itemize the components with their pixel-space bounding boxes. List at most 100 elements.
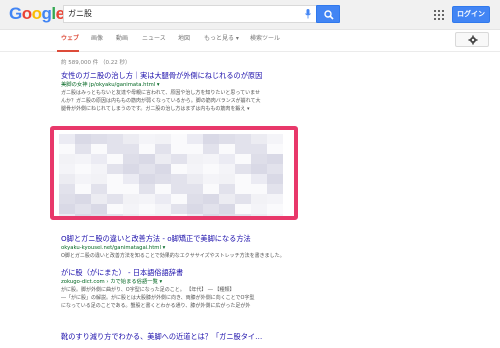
tab-web[interactable]: ウェブ: [61, 34, 79, 44]
pixel-cell: [235, 204, 251, 214]
tab-more[interactable]: もっと見る ▾: [204, 34, 239, 44]
search-button[interactable]: [316, 5, 340, 23]
pixel-cell: [139, 194, 155, 204]
pixel-cell: [91, 144, 107, 154]
pixel-cell: [139, 174, 155, 184]
pixel-cell: [235, 194, 251, 204]
pixel-cell: [59, 144, 75, 154]
pixel-cell: [219, 154, 235, 164]
pixel-cell: [59, 194, 75, 204]
pixel-cell: [187, 144, 203, 154]
result-title[interactable]: がに股（がにまた） - 日本語俗語辞書: [61, 268, 321, 278]
pixel-cell: [75, 194, 91, 204]
result-snippet: O脚とガニ股の違いと改善方法を知ることで効果的なエクササイズやストレッチ方法を書…: [61, 253, 285, 259]
pixel-cell: [171, 204, 187, 214]
pixel-cell: [235, 174, 251, 184]
pixel-cell: [123, 174, 139, 184]
pixel-cell: [75, 204, 91, 214]
pixel-cell: [187, 134, 203, 144]
pixel-cell: [59, 174, 75, 184]
pixel-cell: [107, 134, 123, 144]
pixel-cell: [251, 214, 267, 216]
pixel-cell: [139, 144, 155, 154]
pixel-cell: [203, 144, 219, 154]
pixel-cell: [155, 164, 171, 174]
pixel-cell: [139, 214, 155, 216]
tab-search-tools[interactable]: 検索ツール: [250, 34, 280, 44]
top-bar: Google ログイン: [0, 0, 500, 30]
result-url: 美脚の女神 jp/okyaku/ganimata.html ▾: [61, 82, 160, 88]
pixel-cell: [235, 154, 251, 164]
pixel-cell: [107, 204, 123, 214]
microphone-icon[interactable]: [305, 9, 311, 19]
pixel-cell: [251, 154, 267, 164]
pixel-cell: [91, 134, 107, 144]
pixel-cell: [59, 184, 75, 194]
pixel-cell: [171, 184, 187, 194]
pixel-cell: [267, 164, 283, 174]
pixel-cell: [59, 214, 75, 216]
settings-button[interactable]: [455, 32, 489, 47]
pixel-cell: [187, 194, 203, 204]
pixel-cell: [155, 184, 171, 194]
pixel-cell: [107, 144, 123, 154]
pixel-cell: [155, 144, 171, 154]
pixel-cell: [123, 204, 139, 214]
pixel-cell: [91, 194, 107, 204]
search-icon: [324, 10, 334, 20]
login-button[interactable]: ログイン: [452, 6, 490, 23]
pixel-cell: [91, 214, 107, 216]
pixel-cell: [203, 214, 219, 216]
highlighted-blurred-result: [50, 126, 298, 220]
pixel-cell: [251, 194, 267, 204]
pixel-cell: [171, 134, 187, 144]
pixel-cell: [123, 144, 139, 154]
pixel-cell: [91, 184, 107, 194]
result-url: okyaku-kyousei.net/ganimatagai.html ▾: [61, 245, 166, 251]
pixel-cell: [123, 164, 139, 174]
result-title[interactable]: O脚とガニ股の違いと改善方法 - o脚矯正で美脚になる方法: [61, 234, 321, 244]
pixel-cell: [75, 154, 91, 164]
search-result: O脚とガニ股の違いと改善方法 - o脚矯正で美脚になる方法 okyaku-kyo…: [61, 234, 321, 260]
pixel-cell: [91, 164, 107, 174]
tab-news[interactable]: ニュース: [142, 34, 166, 44]
pixel-cell: [123, 194, 139, 204]
result-title[interactable]: 靴のすり減り方でわかる、美脚への近道とは？「ガニ股タイ…: [61, 332, 321, 342]
search-input[interactable]: [68, 7, 288, 21]
pixel-cell: [107, 164, 123, 174]
pixel-cell: [107, 194, 123, 204]
pixel-cell: [155, 194, 171, 204]
tab-maps[interactable]: 地図: [178, 34, 190, 44]
pixel-cell: [171, 154, 187, 164]
pixel-cell: [171, 214, 187, 216]
tab-videos[interactable]: 動画: [116, 34, 128, 44]
pixel-cell: [203, 204, 219, 214]
pixel-cell: [219, 144, 235, 154]
pixel-cell: [251, 184, 267, 194]
pixel-cell: [187, 204, 203, 214]
gear-icon: [468, 35, 478, 45]
pixel-cell: [107, 174, 123, 184]
pixel-cell: [251, 144, 267, 154]
pixel-cell: [123, 214, 139, 216]
search-tabs: ウェブ 画像 動画 ニュース 地図 もっと見る ▾ 検索ツール: [0, 30, 500, 52]
pixel-cell: [75, 184, 91, 194]
pixel-cell: [75, 134, 91, 144]
pixel-cell: [139, 204, 155, 214]
pixel-cell: [59, 204, 75, 214]
google-logo[interactable]: Google: [9, 4, 65, 24]
pixel-cell: [235, 184, 251, 194]
apps-grid-icon[interactable]: [434, 10, 444, 20]
result-url: zokugo-dict.com › カで始まる俗語一覧 ▾: [61, 279, 163, 285]
pixel-cell: [171, 144, 187, 154]
pixel-cell: [171, 164, 187, 174]
pixel-cell: [203, 174, 219, 184]
result-title[interactable]: 女性のガニ股の治し方｜実は大腿骨が外側にねじれるのが原因: [61, 71, 321, 81]
pixel-cell: [203, 154, 219, 164]
pixel-cell: [203, 194, 219, 204]
pixel-cell: [107, 184, 123, 194]
tab-images[interactable]: 画像: [91, 34, 103, 44]
pixel-cell: [267, 184, 283, 194]
result-snippet: がに股。脚が外側に曲がり、O字型になった足のこと。 【年代】 ― 【種類】: [61, 287, 235, 293]
pixelated-content: [59, 134, 283, 216]
